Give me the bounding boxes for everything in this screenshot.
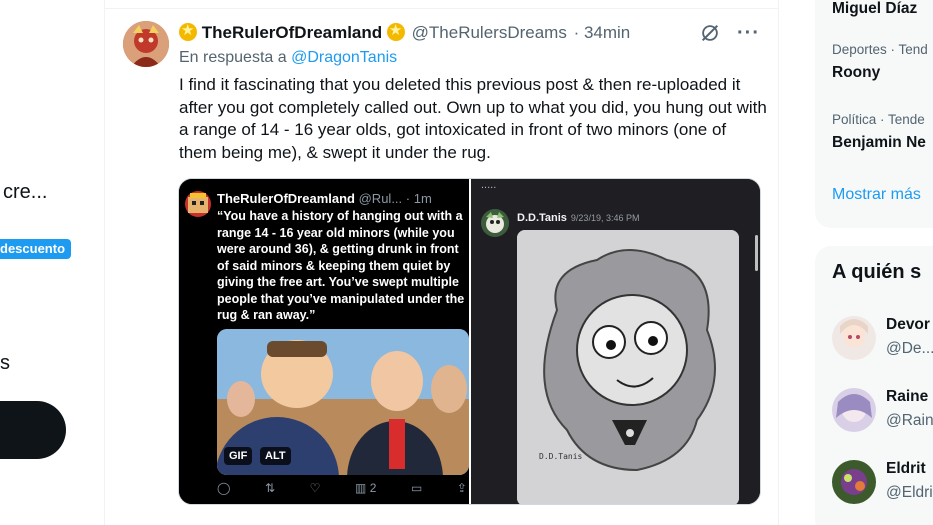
suggestion-handle[interactable]: @De... xyxy=(886,340,933,358)
trend-item-1-name[interactable]: Miguel Díaz xyxy=(832,0,917,18)
reply-mention-link[interactable]: @DragonTanis xyxy=(291,49,397,66)
tweet-action-bar xyxy=(179,516,767,525)
suggestion-avatar[interactable] xyxy=(832,388,876,432)
chat-scrollbar[interactable] xyxy=(755,235,758,271)
reply-icon: ◯ xyxy=(217,481,231,495)
trend-item-3-category: Política · Tende xyxy=(832,112,925,127)
right-sidebar: Miguel Díaz Deportes · Tend Roony Políti… xyxy=(815,0,933,525)
quoted-name: TheRulerOfDreamland xyxy=(217,191,355,206)
show-more-link[interactable]: Mostrar más xyxy=(832,186,921,204)
left-nav-truncated-text[interactable]: cre... xyxy=(3,181,47,204)
quoted-handle: @Rul... xyxy=(358,191,403,206)
suggestion-name[interactable]: Eldrit xyxy=(886,460,926,478)
trends-card: Miguel Díaz Deportes · Tend Roony Políti… xyxy=(815,0,933,228)
suggestion-handle[interactable]: @Eldri xyxy=(886,484,933,502)
views-stat: ▥ 2 xyxy=(355,481,376,495)
tweet-media[interactable]: TheRulerOfDreamland @Rul... · 1m “You ha… xyxy=(178,178,761,505)
media-image-right[interactable]: ..... D.D.Tanis 9/23/19, 3:46 PM D.D.Tan… xyxy=(471,179,760,504)
tweet-header: TheRulerOfDreamland @TheRulersDreams · 3… xyxy=(179,20,631,44)
alt-badge[interactable]: ALT xyxy=(260,447,291,465)
who-to-follow-title: A quién s xyxy=(832,261,922,283)
views-icon: ▥ xyxy=(355,481,367,495)
tweet-time[interactable]: · 34min xyxy=(574,23,631,42)
display-name[interactable]: TheRulerOfDreamland xyxy=(202,23,382,42)
retweet-icon: ⇅ xyxy=(265,481,276,495)
tweet-text: I find it fascinating that you deleted t… xyxy=(179,75,767,162)
timeline-column: TheRulerOfDreamland @TheRulersDreams · 3… xyxy=(104,0,779,525)
chat-timestamp: 9/23/19, 3:46 PM xyxy=(570,213,640,223)
discount-badge: descuento xyxy=(0,239,72,259)
grok-icon[interactable] xyxy=(699,22,721,44)
suggestion-name[interactable]: Raine xyxy=(886,388,928,406)
quoted-time: · 1m xyxy=(405,191,432,206)
trend-item-3-name[interactable]: Benjamin Ne xyxy=(832,134,926,152)
star-emoji-icon xyxy=(386,20,405,42)
quoted-action-bar: ◯ ⇅ ♡ ▥ 2 ▭ ⇪ xyxy=(217,481,467,495)
divider xyxy=(105,8,778,9)
suggestion-name[interactable]: Devor xyxy=(886,316,930,334)
chat-avatar xyxy=(481,209,509,237)
gif-thumbnail[interactable]: GIF ALT xyxy=(217,329,469,475)
left-nav-truncated-label[interactable]: s xyxy=(0,352,10,375)
suggestion-avatar[interactable] xyxy=(832,460,876,504)
media-image-left[interactable]: TheRulerOfDreamland @Rul... · 1m “You ha… xyxy=(179,179,469,504)
post-button[interactable] xyxy=(0,401,66,459)
share-icon: ⇪ xyxy=(456,481,467,495)
chat-author-name: D.D.Tanis xyxy=(517,212,567,224)
bookmark-icon: ▭ xyxy=(410,481,423,495)
avatar[interactable] xyxy=(123,21,169,67)
quoted-text: “You have a history of hanging out with … xyxy=(217,209,465,322)
who-to-follow-card: A quién s Devor @De... Raine @Rain Eldri… xyxy=(815,246,933,525)
views-count: 2 xyxy=(369,481,377,495)
gif-badge: GIF xyxy=(224,447,253,465)
chat-previous-message: ..... xyxy=(481,179,497,191)
reply-context: En respuesta a @DragonTanis xyxy=(179,49,397,67)
quoted-avatar xyxy=(185,191,211,217)
star-emoji-icon xyxy=(179,20,197,42)
trend-item-2-category: Deportes · Tend xyxy=(832,42,928,57)
more-options-icon[interactable]: ··· xyxy=(737,23,760,43)
trend-item-2-name[interactable]: Roony xyxy=(832,64,880,82)
suggestion-handle[interactable]: @Rain xyxy=(886,412,933,430)
quoted-header: TheRulerOfDreamland @Rul... · 1m xyxy=(217,191,432,206)
reply-prefix: En respuesta a xyxy=(179,49,287,66)
chat-author: D.D.Tanis 9/23/19, 3:46 PM xyxy=(517,212,639,224)
sketch-signature: D.D.Tanis xyxy=(539,452,583,461)
like-icon: ♡ xyxy=(309,481,321,495)
sketch-drawing: D.D.Tanis xyxy=(517,230,739,504)
suggestion-avatar[interactable] xyxy=(832,316,876,360)
user-handle[interactable]: @TheRulersDreams xyxy=(412,23,567,42)
